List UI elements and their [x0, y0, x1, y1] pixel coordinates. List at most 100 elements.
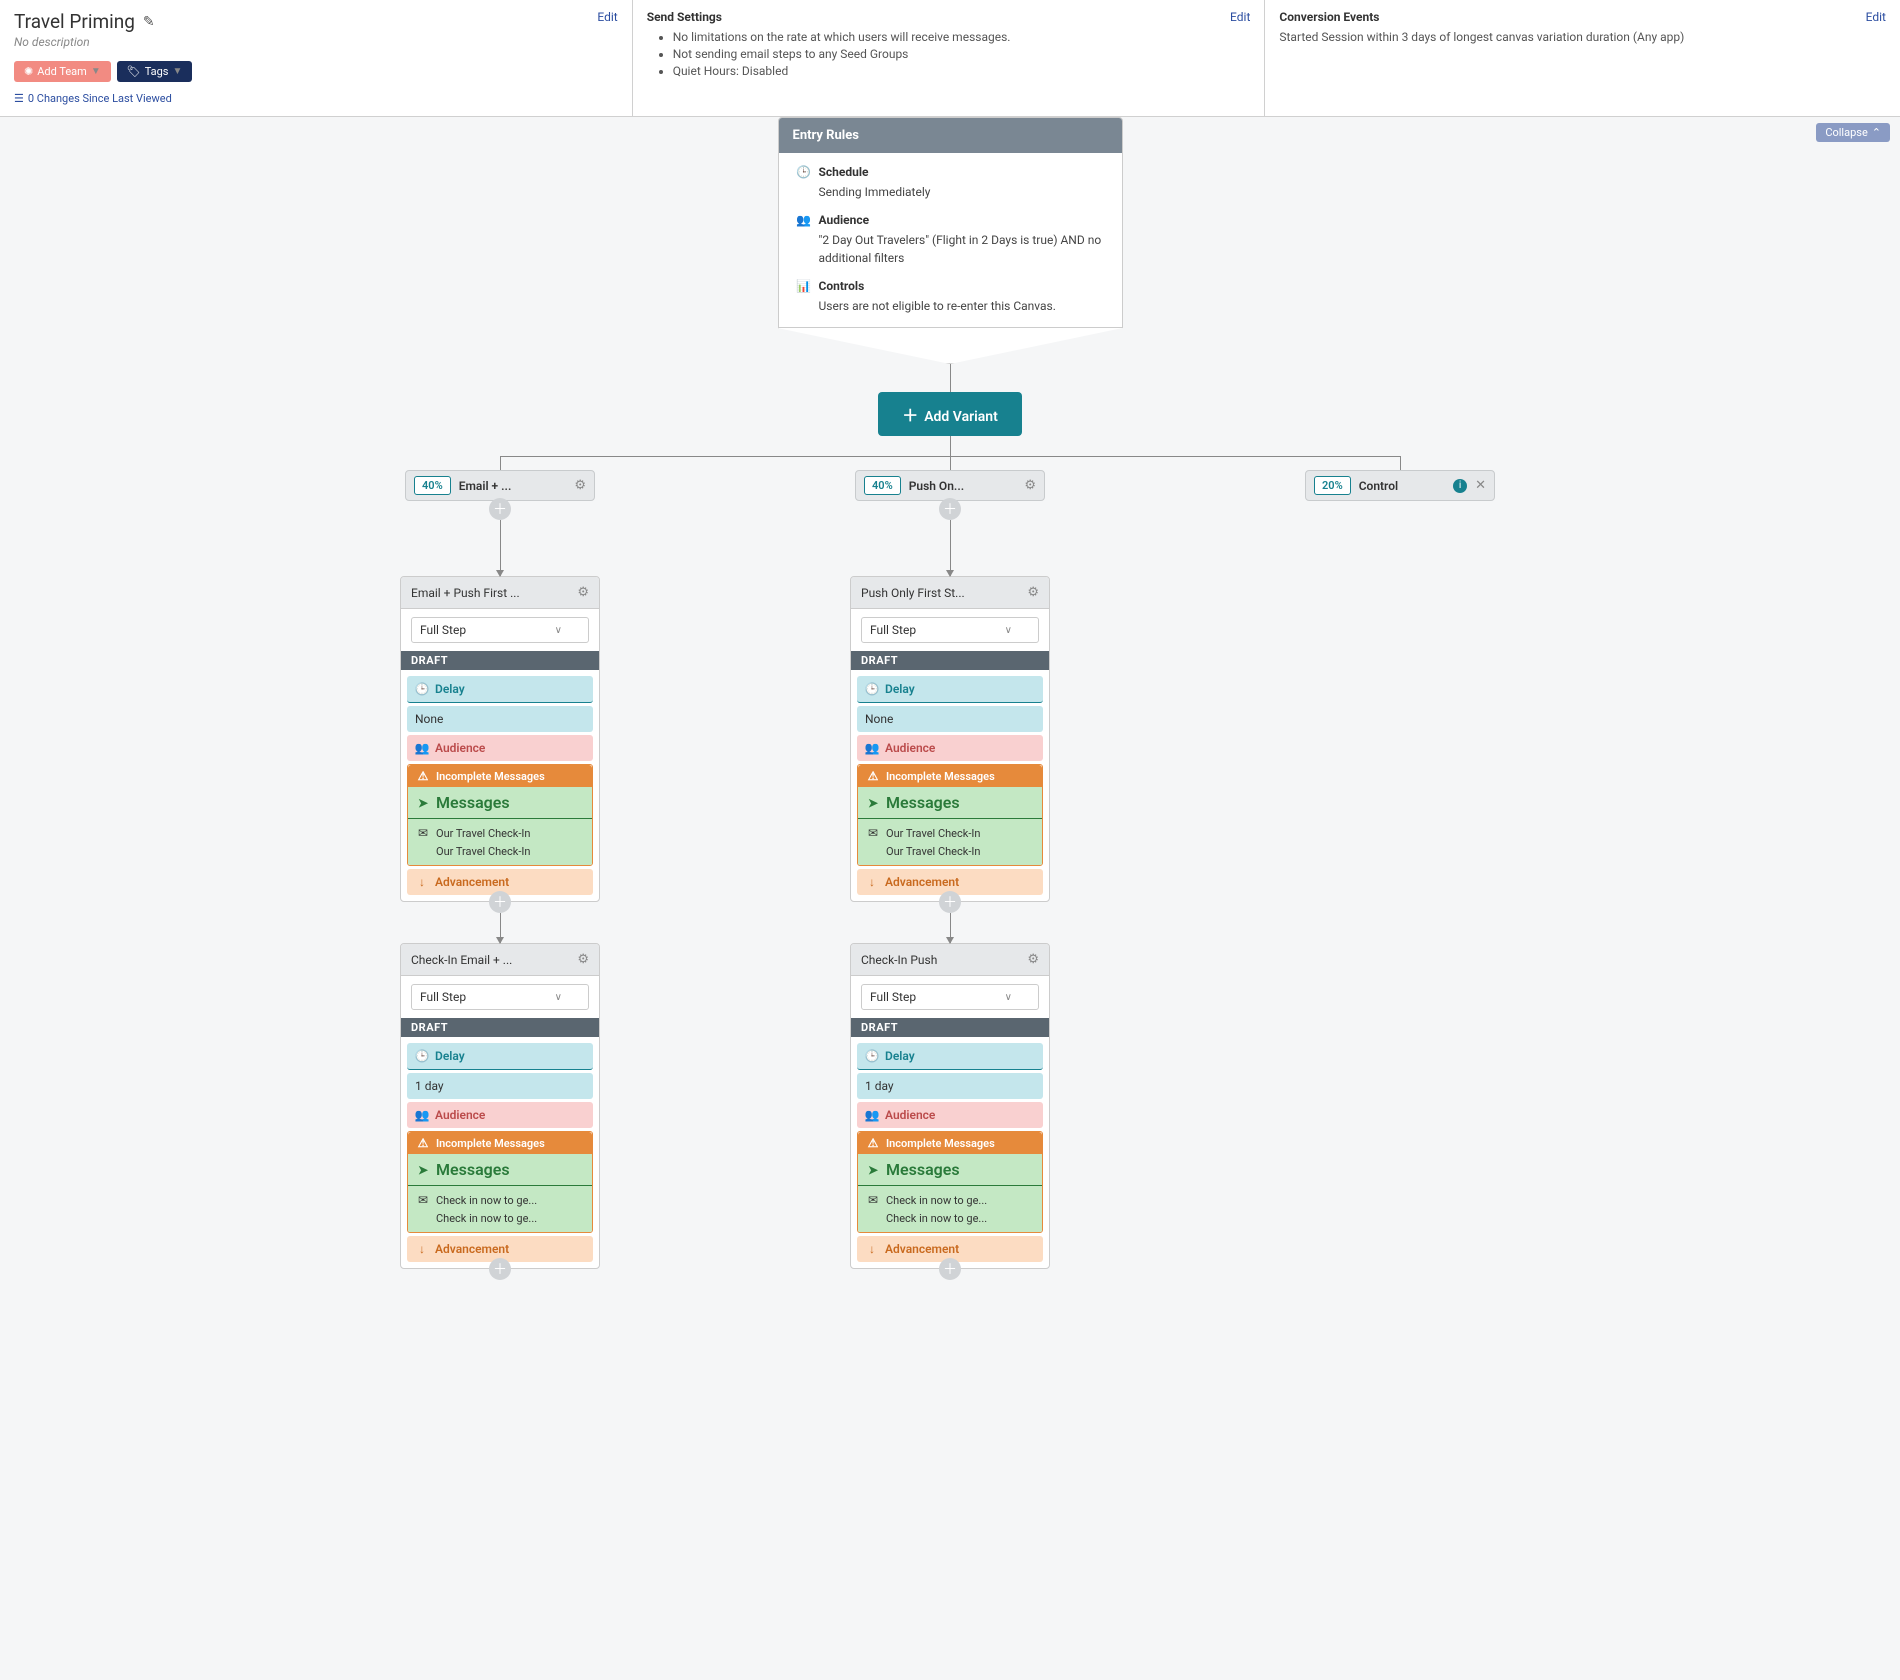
header-title-panel: Travel Priming ✎ No description Edit ✺ A… [0, 0, 633, 116]
chevron-down-icon: ∨ [555, 625, 562, 636]
entry-pointer [778, 328, 1123, 364]
tags-button[interactable]: 🏷 Tags ▼ [117, 61, 193, 82]
people-icon: 👥 [415, 1108, 429, 1122]
gear-icon[interactable]: ⚙ [577, 952, 589, 967]
add-step-button[interactable]: ＋ [939, 1258, 961, 1280]
gauge-icon: 📊 [797, 279, 811, 293]
connector-arrow [500, 520, 501, 576]
sun-icon: ✺ [24, 65, 33, 78]
delay-value: 1 day [857, 1073, 1043, 1099]
mail-icon: ✉ [416, 1193, 430, 1207]
chevron-down-icon: ∨ [555, 992, 562, 1003]
info-icon[interactable]: i [1453, 479, 1467, 493]
apple-icon [866, 1211, 880, 1225]
draft-badge: DRAFT [851, 651, 1049, 670]
draft-badge: DRAFT [401, 651, 599, 670]
send-setting-item: Quiet Hours: Disabled [673, 64, 1251, 78]
add-step-button[interactable]: ＋ [939, 891, 961, 913]
apple-icon [416, 844, 430, 858]
entry-rules-card: Entry Rules 🕒Schedule Sending Immediatel… [778, 117, 1123, 328]
add-step-button[interactable]: ＋ [489, 891, 511, 913]
people-icon: 👥 [797, 213, 811, 227]
mail-icon: ✉ [416, 826, 430, 840]
clock-icon: 🕒 [415, 682, 429, 696]
variant-pill-push-only[interactable]: 40% Push On... ⚙ [855, 470, 1045, 501]
connector-line [950, 456, 951, 470]
alert-icon: ⚠ [866, 769, 880, 783]
entry-rules-heading: Entry Rules [779, 118, 1122, 153]
connector-arrow [950, 520, 951, 576]
edit-link-title[interactable]: Edit [597, 10, 617, 24]
controls-value: Users are not eligible to re-enter this … [797, 297, 1104, 315]
changes-link[interactable]: ☰ 0 Changes Since Last Viewed [14, 92, 172, 105]
step-card: Email + Push First ... ⚙ Full Step ∨ DRA… [400, 576, 600, 902]
step-type-select[interactable]: Full Step ∨ [861, 984, 1039, 1010]
draft-badge: DRAFT [851, 1018, 1049, 1037]
step-type-select[interactable]: Full Step ∨ [411, 617, 589, 643]
pencil-icon[interactable]: ✎ [143, 14, 155, 30]
clock-icon: 🕒 [415, 1049, 429, 1063]
variant-pill-email-push[interactable]: 40% Email + ... ⚙ [405, 470, 595, 501]
people-icon: 👥 [865, 1108, 879, 1122]
step-card: Check-In Email + ... ⚙ Full Step ∨ DRAFT… [400, 943, 600, 1269]
conversion-panel: Conversion Events Edit Started Session w… [1265, 0, 1900, 116]
conversion-body: Started Session within 3 days of longest… [1279, 30, 1886, 44]
conversion-heading: Conversion Events [1279, 10, 1886, 24]
step-type-select[interactable]: Full Step ∨ [411, 984, 589, 1010]
add-variant-button[interactable]: ＋Add Variant [878, 392, 1022, 436]
delay-value: None [857, 706, 1043, 732]
add-step-button[interactable]: ＋ [939, 498, 961, 520]
list-icon: ☰ [14, 92, 24, 105]
delay-value: None [407, 706, 593, 732]
step-card: Check-In Push ⚙ Full Step ∨ DRAFT 🕒Delay… [850, 943, 1050, 1269]
gear-icon[interactable]: ⚙ [577, 585, 589, 600]
connector-line [1400, 456, 1401, 470]
close-icon[interactable]: ✕ [1475, 478, 1486, 493]
alert-icon: ⚠ [866, 1136, 880, 1150]
draft-badge: DRAFT [401, 1018, 599, 1037]
connector-line [500, 456, 501, 470]
variant-name: Control [1359, 479, 1445, 493]
connector-line [950, 436, 951, 456]
variant-name: Push On... [909, 479, 1017, 493]
send-settings-heading: Send Settings [647, 10, 1251, 24]
percent-chip: 40% [414, 476, 451, 495]
alert-icon: ⚠ [416, 769, 430, 783]
delay-value: 1 day [407, 1073, 593, 1099]
edit-link-send[interactable]: Edit [1230, 10, 1250, 24]
step-title: Email + Push First ... [411, 586, 520, 600]
people-icon: 👥 [415, 741, 429, 755]
add-step-button[interactable]: ＋ [489, 1258, 511, 1280]
send-icon: ➤ [866, 796, 880, 810]
add-step-button[interactable]: ＋ [489, 498, 511, 520]
gear-icon[interactable]: ⚙ [1024, 478, 1036, 493]
people-icon: 👥 [865, 741, 879, 755]
collapse-button[interactable]: Collapse ⌃ [1816, 123, 1890, 142]
gear-icon[interactable]: ⚙ [1027, 952, 1039, 967]
connector-arrow [950, 913, 951, 943]
step-type-select[interactable]: Full Step ∨ [861, 617, 1039, 643]
mail-icon: ✉ [866, 826, 880, 840]
audience-value: "2 Day Out Travelers" (Flight in 2 Days … [797, 231, 1104, 267]
add-team-button[interactable]: ✺ Add Team ▼ [14, 61, 111, 82]
send-icon: ➤ [416, 1163, 430, 1177]
clock-icon: 🕒 [865, 1049, 879, 1063]
variant-name: Email + ... [459, 479, 567, 493]
clock-icon: 🕒 [797, 165, 811, 179]
gear-icon[interactable]: ⚙ [574, 478, 586, 493]
apple-icon [866, 844, 880, 858]
chevron-down-icon: ▼ [91, 66, 101, 77]
schedule-value: Sending Immediately [797, 183, 1104, 201]
send-icon: ➤ [866, 1163, 880, 1177]
connector-arrow [500, 913, 501, 943]
step-card: Push Only First St... ⚙ Full Step ∨ DRAF… [850, 576, 1050, 902]
connector-line [950, 364, 951, 392]
variant-pill-control[interactable]: 20% Control i ✕ [1305, 470, 1495, 501]
gear-icon[interactable]: ⚙ [1027, 585, 1039, 600]
edit-link-conversion[interactable]: Edit [1866, 10, 1886, 24]
alert-icon: ⚠ [416, 1136, 430, 1150]
canvas-title: Travel Priming [14, 10, 135, 33]
tag-icon: 🏷 [127, 65, 141, 78]
chevron-down-icon: ▼ [172, 66, 182, 77]
percent-chip: 20% [1314, 476, 1351, 495]
